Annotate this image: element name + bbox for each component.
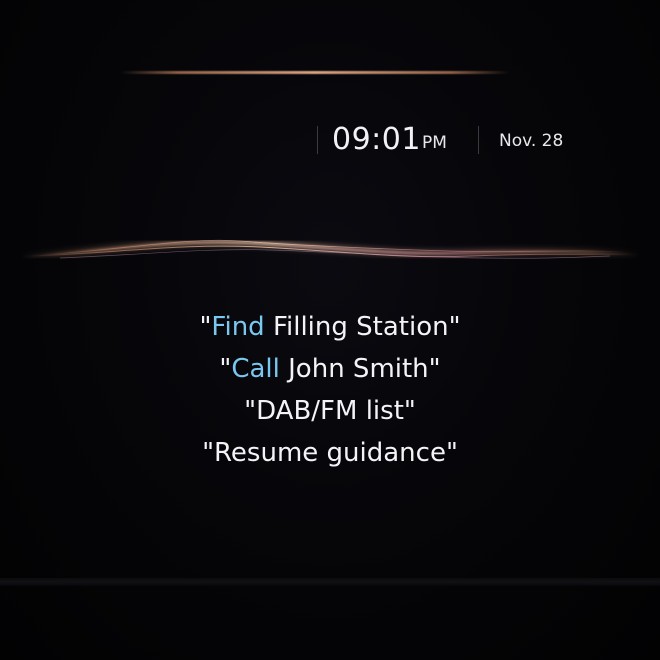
- voice-command-resume-guidance: "Resume guidance": [202, 438, 458, 468]
- command-target: John Smith: [279, 354, 429, 384]
- voice-waveform-icon: [19, 239, 641, 260]
- bottom-bezel: [0, 578, 660, 586]
- quote-mark: ": [219, 354, 232, 384]
- voice-assistant-screen: 09:01 PM Nov. 28 "Find Filling Station": [0, 0, 660, 660]
- voice-command-call: "Call John Smith": [0, 348, 660, 390]
- voice-command-find: "Find Filling Station": [0, 306, 660, 348]
- quote-mark: ": [448, 312, 461, 342]
- status-divider: [317, 126, 318, 154]
- voice-command-radio-list: "DAB/FM list": [244, 396, 416, 426]
- clock-time: 09:01: [332, 122, 421, 157]
- command-keyword: Find: [211, 312, 265, 342]
- status-divider: [478, 126, 479, 154]
- quote-mark: ": [428, 354, 441, 384]
- command-keyword: Call: [231, 354, 280, 384]
- status-date: Nov. 28: [499, 131, 564, 151]
- top-glow-line: [120, 71, 510, 74]
- quote-mark: ": [199, 312, 212, 342]
- status-bar: 09:01 PM Nov. 28: [0, 118, 660, 162]
- voice-command-list: "Find Filling Station" "Call John Smith"…: [0, 306, 660, 474]
- clock-ampm: PM: [422, 133, 447, 153]
- command-target: Filling Station: [264, 312, 449, 342]
